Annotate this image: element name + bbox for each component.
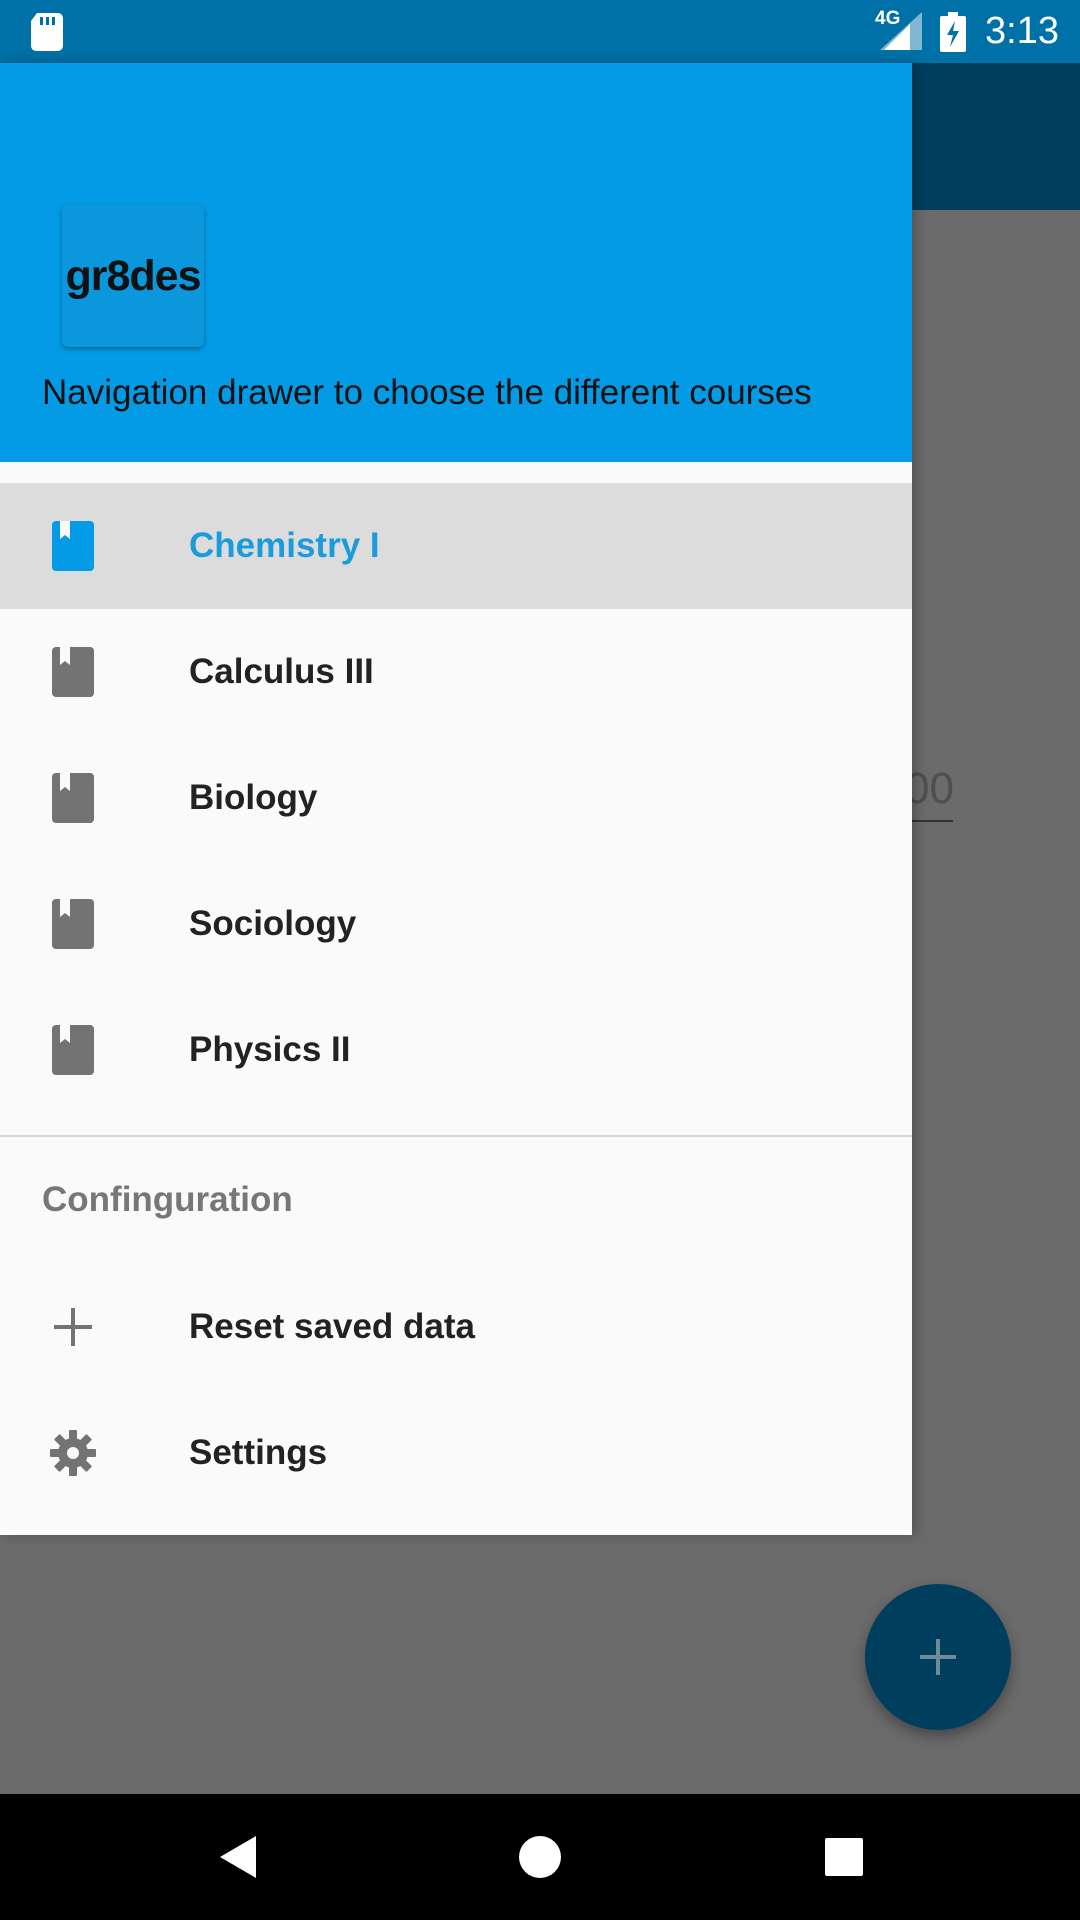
book-icon (52, 899, 94, 949)
course-label: Chemistry I (189, 526, 380, 565)
course-label: Physics II (189, 1030, 351, 1069)
drawer-header: gr8des Navigation drawer to choose the d… (0, 63, 912, 462)
course-item-calculus-iii[interactable]: Calculus III (0, 609, 912, 735)
book-icon (52, 773, 94, 823)
configuration-section-title: Confinguration (42, 1180, 293, 1219)
course-label: Biology (189, 778, 318, 817)
battery-charging-icon (940, 12, 966, 52)
course-item-biology[interactable]: Biology (0, 735, 912, 861)
course-label: Calculus III (189, 652, 374, 691)
plus-icon (54, 1308, 92, 1346)
course-list: Chemistry I Calculus III Biology Sociolo… (0, 483, 912, 1113)
home-icon[interactable] (518, 1814, 562, 1900)
menu-divider (0, 1135, 912, 1137)
status-bar: 4G 3:13 (0, 0, 1080, 63)
book-icon (52, 1025, 94, 1075)
navigation-drawer: gr8des Navigation drawer to choose the d… (0, 63, 912, 1535)
drawer-subtitle: Navigation drawer to choose the differen… (42, 373, 812, 412)
settings-item[interactable]: Settings (0, 1390, 912, 1516)
app-logo: gr8des (62, 205, 204, 347)
sd-card-icon (31, 13, 63, 51)
gear-icon (50, 1430, 96, 1476)
plus-icon (920, 1639, 956, 1675)
course-item-physics-ii[interactable]: Physics II (0, 987, 912, 1113)
grade-input-field[interactable]: 00 (905, 760, 953, 822)
course-label: Sociology (189, 904, 357, 943)
menu-label: Reset saved data (189, 1307, 475, 1346)
back-icon[interactable] (214, 1814, 260, 1900)
signal-icon (880, 12, 922, 50)
add-fab-button[interactable] (865, 1584, 1011, 1730)
book-icon (52, 647, 94, 697)
book-icon (52, 521, 94, 571)
system-navigation-bar (0, 1794, 1080, 1920)
course-item-chemistry-i[interactable]: Chemistry I (0, 483, 912, 609)
reset-saved-data-item[interactable]: Reset saved data (0, 1264, 912, 1390)
recents-icon[interactable] (822, 1814, 866, 1900)
menu-label: Settings (189, 1433, 328, 1472)
course-item-sociology[interactable]: Sociology (0, 861, 912, 987)
configuration-list: Reset saved data Settings (0, 1264, 912, 1516)
status-clock: 3:13 (985, 10, 1059, 52)
